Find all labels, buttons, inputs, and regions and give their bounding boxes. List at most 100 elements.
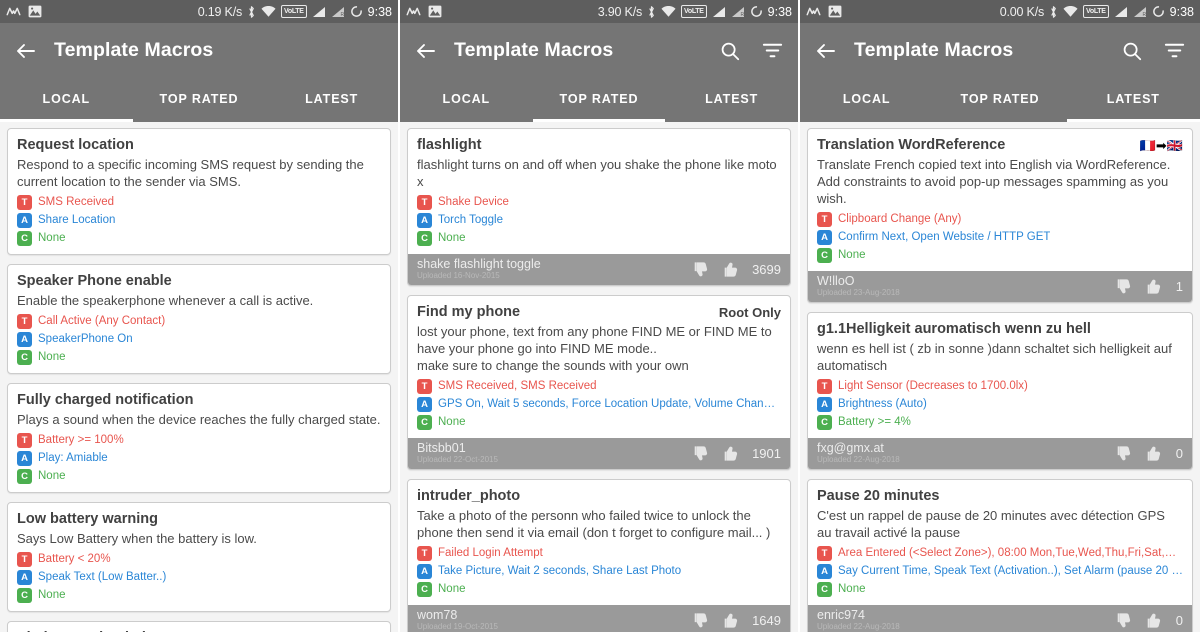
macro-card[interactable]: flashlight flashlight turns on and off wh… <box>407 128 791 286</box>
thumb-up-icon[interactable] <box>1145 277 1164 296</box>
macro-card[interactable]: Request location Respond to a specific in… <box>7 128 391 255</box>
tab-top-rated[interactable]: TOP RATED <box>933 78 1066 122</box>
macro-constraint-row: C None <box>417 414 781 431</box>
macro-action-text: Confirm Next, Open Website / HTTP GET <box>838 231 1051 243</box>
macro-action-row: A Play: Amiable <box>17 450 381 467</box>
gallery-icon <box>428 5 442 18</box>
signal-roaming-icon: R <box>331 6 345 18</box>
macro-card[interactable]: Shake to upload photoUpload the last pho… <box>7 621 391 632</box>
constraint-badge-icon: C <box>17 588 32 603</box>
thumb-down-icon[interactable] <box>692 444 711 463</box>
macro-card[interactable]: Speaker Phone enable Enable the speakerph… <box>7 264 391 374</box>
macro-list[interactable]: flashlight flashlight turns on and off wh… <box>400 122 798 632</box>
back-arrow-icon[interactable] <box>814 39 838 63</box>
macro-description: Plays a sound when the device reaches th… <box>17 412 381 427</box>
filter-icon[interactable] <box>1163 39 1186 62</box>
app-bar-actions <box>719 39 784 62</box>
thumb-up-icon[interactable] <box>1145 611 1164 630</box>
macro-action-text: Speak Text (Low Batter..) <box>38 571 167 583</box>
macro-constraint-text: None <box>438 416 466 428</box>
thumb-down-icon[interactable] <box>1115 277 1134 296</box>
search-icon[interactable] <box>1121 40 1143 62</box>
thumb-down-icon[interactable] <box>692 260 711 279</box>
macro-card-body: Fully charged notification Plays a sound … <box>8 384 390 492</box>
macro-card-header: Low battery warning <box>17 510 381 529</box>
macro-title: Speaker Phone enable <box>17 273 172 289</box>
thumb-up-icon[interactable] <box>722 260 741 279</box>
macro-constraint-text: None <box>38 232 66 244</box>
macro-card[interactable]: Find my phone Root Only lost your phone, t… <box>407 295 791 470</box>
language-flags-icon: 🇫🇷➡🇬🇧 <box>1139 138 1183 153</box>
macro-trigger-text: Shake Device <box>438 196 509 208</box>
macro-card[interactable]: Pause 20 minutes C'est un rappel de pause… <box>807 479 1193 632</box>
tab-local[interactable]: LOCAL <box>0 78 133 122</box>
tab-local[interactable]: LOCAL <box>800 78 933 122</box>
gallery-icon <box>28 5 42 18</box>
macro-card[interactable]: Translation WordReference 🇫🇷➡🇬🇧 Translate … <box>807 128 1193 303</box>
macro-action-text: SpeakerPhone On <box>38 333 133 345</box>
macro-card-header: flashlight <box>417 136 781 155</box>
action-badge-icon: A <box>417 397 432 412</box>
macro-card[interactable]: intruder_photo Take a photo of the person… <box>407 479 791 632</box>
macro-card-header: Request location <box>17 136 381 155</box>
macro-list[interactable]: Translation WordReference 🇫🇷➡🇬🇧 Translate … <box>800 122 1200 632</box>
back-arrow-icon[interactable] <box>414 39 438 63</box>
macro-summary: T SMS Received A Share Location C None <box>17 194 381 247</box>
macro-vote-count: 1649 <box>752 612 781 628</box>
macro-card-header: Translation WordReference 🇫🇷➡🇬🇧 <box>817 136 1183 155</box>
volte-indicator: VoLTE <box>681 5 707 18</box>
thumb-up-icon[interactable] <box>722 611 741 630</box>
filter-icon[interactable] <box>761 39 784 62</box>
macro-vote-actions: 1901 <box>692 444 781 463</box>
macro-author: Bitsbb01 <box>417 441 466 455</box>
macro-card-header: Speaker Phone enable <box>17 272 381 291</box>
thumb-up-icon[interactable] <box>1145 444 1164 463</box>
tab-latest[interactable]: LATEST <box>1066 78 1200 122</box>
tab-local[interactable]: LOCAL <box>400 78 533 122</box>
macro-card[interactable]: Fully charged notification Plays a sound … <box>7 383 391 493</box>
macro-action-text: GPS On, Wait 5 seconds, Force Location U… <box>438 398 781 410</box>
action-badge-icon: A <box>17 451 32 466</box>
macro-card[interactable]: g1.1Helligkeit auromatisch wenn zu hell w… <box>807 312 1193 470</box>
back-arrow-icon[interactable] <box>14 39 38 63</box>
macro-action-row: A Say Current Time, Speak Text (Activatio… <box>817 563 1183 580</box>
status-bar-indicators: 0.00 K/s VoLTE R 9:38 <box>1000 5 1194 19</box>
thumb-down-icon[interactable] <box>1115 611 1134 630</box>
macro-vote-count: 3699 <box>752 261 781 277</box>
macro-description: wenn es hell ist ( zb in sonne )dann sch… <box>817 341 1172 373</box>
volte-indicator: VoLTE <box>1083 5 1109 18</box>
macro-card[interactable]: Low battery warning Says Low Battery when… <box>7 502 391 612</box>
macro-card-body: g1.1Helligkeit auromatisch wenn zu hell w… <box>808 313 1192 438</box>
tab-latest[interactable]: LATEST <box>265 78 398 122</box>
trigger-badge-icon: T <box>17 195 32 210</box>
tab-top-rated[interactable]: TOP RATED <box>532 78 666 122</box>
macro-constraint-text: Battery >= 4% <box>838 416 911 428</box>
macro-action-text: Share Location <box>38 214 116 226</box>
macro-action-row: A GPS On, Wait 5 seconds, Force Location … <box>417 396 781 413</box>
macro-upload-date: Uploaded 16-Nov-2015 <box>417 271 500 280</box>
tab-top-rated[interactable]: TOP RATED <box>133 78 266 122</box>
macro-action-row: A SpeakerPhone On <box>17 331 381 348</box>
constraint-badge-icon: C <box>17 350 32 365</box>
macro-description: C'est un rappel de pause de 20 minutes a… <box>817 508 1165 540</box>
tab-latest[interactable]: LATEST <box>665 78 798 122</box>
macro-list[interactable]: Request location Respond to a specific in… <box>0 122 398 632</box>
search-icon[interactable] <box>719 40 741 62</box>
macro-action-text: Say Current Time, Speak Text (Activation… <box>838 565 1183 577</box>
macrodroid-icon <box>6 4 21 19</box>
wifi-icon <box>261 5 276 18</box>
thumb-down-icon[interactable] <box>692 611 711 630</box>
macro-description: lost your phone, text from any phone FIN… <box>417 324 772 373</box>
macro-constraint-row: C None <box>17 230 381 247</box>
macro-title: g1.1Helligkeit auromatisch wenn zu hell <box>817 321 1091 337</box>
macro-trigger-text: Clipboard Change (Any) <box>838 213 962 225</box>
thumb-down-icon[interactable] <box>1115 444 1134 463</box>
macro-constraint-text: None <box>438 583 466 595</box>
signal-roaming-icon: R <box>1133 6 1147 18</box>
macro-title: flashlight <box>417 137 482 153</box>
trigger-badge-icon: T <box>417 195 432 210</box>
clock: 9:38 <box>367 4 392 19</box>
thumb-up-icon[interactable] <box>722 444 741 463</box>
macro-title: Find my phone <box>417 304 521 320</box>
macro-constraint-row: C None <box>417 581 781 598</box>
